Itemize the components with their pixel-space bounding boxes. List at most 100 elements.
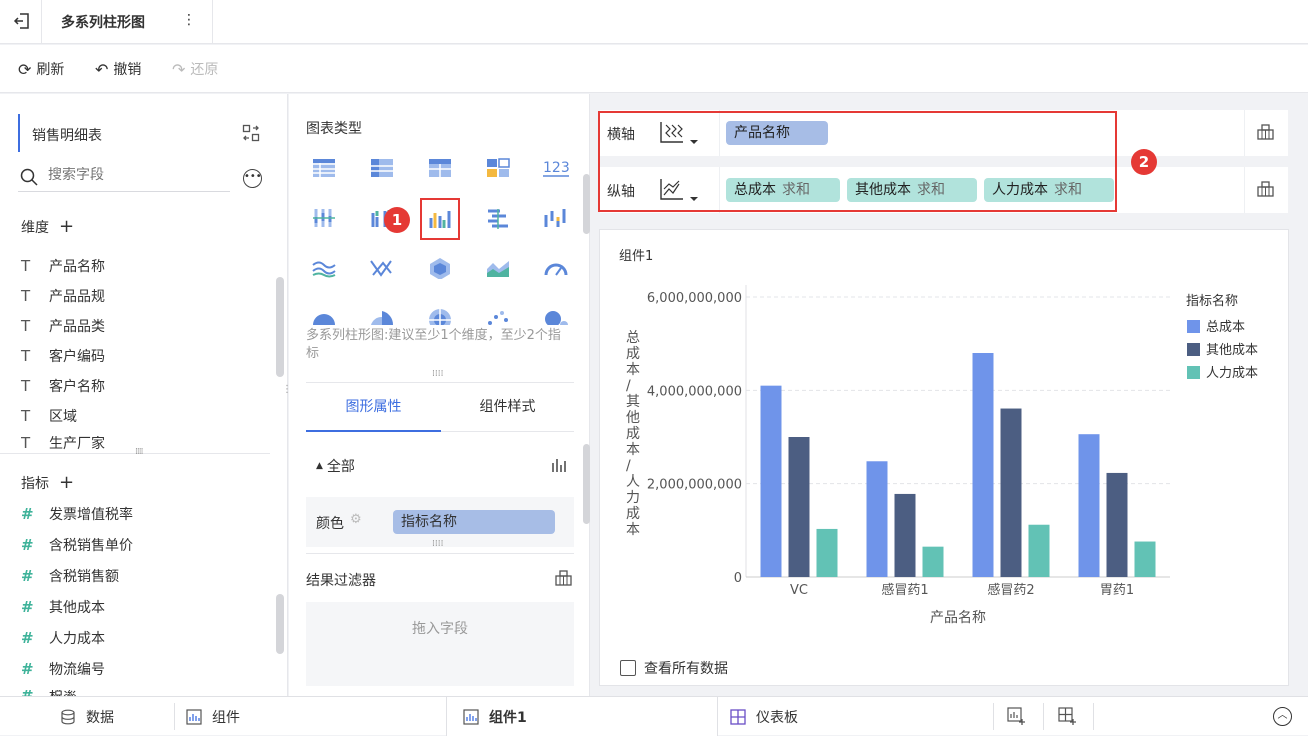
undo-icon: ↶ (95, 59, 109, 79)
x-tick-label: VC (790, 583, 808, 598)
dimension-field[interactable]: T 产品品类 (21, 316, 105, 336)
bar (1106, 472, 1128, 577)
legend-swatch (1187, 366, 1200, 379)
number-type-icon: # (21, 505, 34, 523)
dimension-field[interactable]: T 产品名称 (21, 256, 105, 276)
bar (972, 353, 994, 577)
number-type-icon: # (21, 660, 34, 678)
x-axis-filter-icon[interactable] (1256, 122, 1275, 145)
kpi-number-icon[interactable]: 123 (543, 157, 570, 179)
cross-line-icon[interactable] (369, 257, 395, 279)
filter-icon[interactable] (554, 568, 573, 591)
stacked-bar-icon[interactable] (311, 207, 337, 229)
annotation-badge-1: 1 (384, 207, 410, 233)
annotation-badge-2: 2 (1131, 149, 1157, 175)
filter-drop-zone[interactable]: 拖入字段 (306, 602, 574, 686)
view-all-checkbox[interactable] (620, 660, 636, 676)
tab-shape-properties[interactable]: 图形属性 (306, 384, 441, 432)
tab-data[interactable]: 数据 (44, 697, 174, 736)
measure-field[interactable]: # 物流编号 (21, 659, 105, 679)
more-icon[interactable]: ⋮ (182, 12, 196, 28)
page-title: 多系列柱形图 (61, 15, 145, 31)
measure-field[interactable]: # 发票增值税率 (21, 504, 133, 524)
measure-field[interactable]: # 其他成本 (21, 597, 105, 617)
gauge-icon[interactable] (543, 257, 569, 279)
search-input[interactable] (48, 167, 218, 183)
area-icon[interactable] (485, 257, 511, 279)
measure-label: 指标 (21, 475, 49, 492)
dashboard-icon (730, 708, 746, 725)
more-options-icon[interactable]: ••• (243, 169, 262, 188)
color-settings-icon[interactable]: ⚙ (350, 512, 362, 527)
bottom-bar: 数据 组件 组件1 仪表板 ︿ (0, 696, 1308, 736)
dimension-field[interactable]: T 生产厂家 (21, 436, 105, 450)
measure-field[interactable]: # 含税销售额 (21, 566, 119, 586)
add-dimension-icon[interactable]: + (59, 216, 74, 237)
text-type-icon: T (21, 436, 31, 450)
detail-table-icon[interactable] (427, 157, 453, 179)
dimension-field[interactable]: T 产品品规 (21, 286, 105, 306)
y-tick-label: 2,000,000,000 (647, 478, 742, 493)
dimension-label: 维度 (21, 219, 49, 236)
exit-icon[interactable] (12, 11, 32, 31)
pie-icon[interactable] (311, 307, 337, 325)
measure-field[interactable]: # 人力成本 (21, 628, 105, 648)
y-axis-filter-icon[interactable] (1256, 179, 1275, 202)
dimension-field[interactable]: T 区域 (21, 406, 77, 426)
dimension-field[interactable]: T 客户名称 (21, 376, 105, 396)
rose-pie-icon[interactable] (369, 307, 395, 325)
bar (1078, 434, 1100, 577)
bar-chart-icon[interactable] (551, 457, 567, 477)
undo-button[interactable]: ↶ 撤销 (95, 59, 141, 79)
measure-field[interactable]: # 含税销售单价 (21, 535, 133, 555)
x-tick-label: 感冒药1 (881, 582, 928, 598)
y-tick-label: 0 (734, 571, 742, 586)
tab-component[interactable]: 组件 (170, 697, 440, 736)
legend-title: 指标名称 (1186, 293, 1238, 309)
text-type-icon: T (21, 377, 31, 395)
add-component-icon[interactable] (1007, 707, 1025, 729)
color-label: 颜色 (316, 516, 344, 532)
bar (788, 437, 810, 577)
sunburst-icon[interactable] (427, 307, 453, 325)
cross-table-icon[interactable] (369, 157, 395, 179)
card-icon[interactable] (485, 157, 511, 179)
number-type-icon: # (21, 598, 34, 616)
bubble-icon[interactable] (543, 307, 569, 325)
top-bar: 多系列柱形图 ⋮ (0, 0, 1308, 44)
bar (1028, 524, 1050, 577)
y-tick-label: 6,000,000,000 (647, 291, 742, 306)
bar (866, 461, 888, 577)
bar (894, 493, 916, 577)
collapse-up-icon[interactable]: ︿ (1273, 707, 1292, 726)
line-icon[interactable] (311, 257, 337, 279)
radar-icon[interactable] (427, 257, 453, 280)
y-axis-title: 总成本/其他成本/人力成本 (626, 330, 640, 538)
bar (1134, 541, 1156, 577)
text-type-icon: T (21, 257, 31, 275)
view-all-data[interactable]: 查看所有数据 (620, 658, 728, 678)
scatter-icon[interactable] (485, 307, 511, 325)
dataset-name: 销售明细表 (32, 128, 102, 144)
dimension-field[interactable]: T 客户编码 (21, 346, 105, 366)
table-icon[interactable] (311, 157, 337, 179)
add-measure-icon[interactable]: + (59, 472, 74, 493)
waterfall-icon[interactable] (543, 207, 569, 229)
field-panel: 销售明细表 ••• 维度 + ⁞⁞⁞⁞ 指标 + ⋮ T产品名称T产品品规T产品… (0, 94, 292, 700)
tab-component-style[interactable]: 组件样式 (441, 384, 574, 432)
bar (760, 385, 782, 577)
redo-icon: ↷ (172, 59, 186, 79)
bar (1000, 408, 1022, 577)
add-dashboard-icon[interactable] (1058, 707, 1076, 729)
number-type-icon: # (21, 629, 34, 647)
redo-button[interactable]: ↷ 还原 (172, 59, 218, 79)
horizontal-bar-icon[interactable] (485, 207, 511, 229)
text-type-icon: T (21, 317, 31, 335)
tab-dashboard[interactable]: 仪表板 (714, 697, 864, 736)
search-field[interactable] (18, 164, 230, 192)
all-section-toggle[interactable]: ▲ 全部 (316, 456, 355, 476)
switch-dataset-icon[interactable] (242, 124, 260, 146)
tab-component1[interactable]: 组件1 (446, 697, 718, 736)
refresh-button[interactable]: ⟳ 刷新 (18, 59, 64, 79)
color-field-pill[interactable]: 指标名称 (393, 510, 555, 534)
